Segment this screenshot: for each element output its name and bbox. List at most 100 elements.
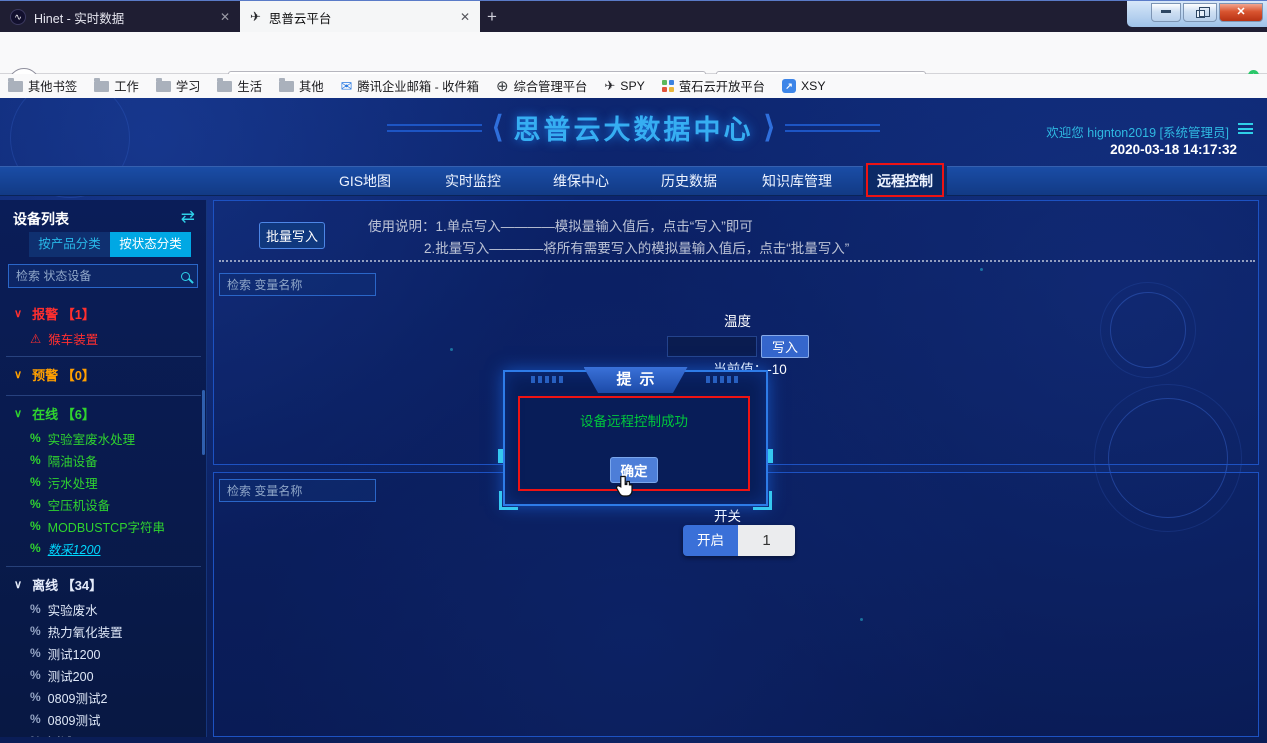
hinet-favicon: ∿ — [10, 9, 26, 25]
browser-toolbar: ← → ↻ ⌂ iot.idosp.net/idosp/index.html? … — [0, 32, 1267, 74]
variable-search-bottom[interactable] — [219, 479, 376, 502]
nav-tab-gis[interactable]: GIS地图 — [311, 166, 419, 196]
bookmark-item[interactable]: ✉腾讯企业邮箱 - 收件箱 — [341, 77, 479, 95]
welcome-text: 欢迎您 hignton2019 [系统管理员] — [1046, 122, 1229, 141]
sidebar-tabs: 按产品分类 按状态分类 — [29, 232, 191, 257]
device-item[interactable]: %测试200 — [0, 664, 207, 686]
bookmarks-bar: 其他书签 工作 学习 生活 其他 ✉腾讯企业邮箱 - 收件箱 ⊕综合管理平台 ✈… — [0, 74, 1267, 98]
search-icon — [181, 272, 190, 281]
tab-title: Hinet - 实时数据 — [34, 8, 124, 27]
minimize-button[interactable] — [1151, 3, 1181, 22]
browser-titlebar: ∿ Hinet - 实时数据 ✕ ✈ 思普云平台 ✕ + ✕ — [0, 0, 1267, 32]
bookmark-folder[interactable]: 其他 — [279, 77, 324, 95]
variable-search-top[interactable] — [219, 273, 376, 296]
switch-toggle[interactable]: 开启 1 — [683, 525, 795, 556]
switch-on-button[interactable]: 开启 — [683, 525, 738, 556]
temperature-input[interactable] — [667, 336, 757, 357]
external-link-icon: ↗ — [782, 79, 796, 93]
browser-tab-hinet[interactable]: ∿ Hinet - 实时数据 ✕ — [0, 1, 240, 33]
temperature-label: 温度 — [690, 310, 785, 330]
device-search[interactable] — [8, 264, 198, 288]
tab-by-product[interactable]: 按产品分类 — [29, 232, 110, 257]
link-icon: % — [30, 519, 41, 533]
mail-icon: ✉ — [341, 78, 353, 95]
restore-button[interactable] — [1183, 3, 1217, 22]
variable-search-input[interactable] — [227, 278, 368, 292]
bookmark-item[interactable]: ✈SPY — [604, 78, 645, 94]
chevron-down-icon[interactable]: ∨ — [14, 368, 22, 381]
bookmark-folder[interactable]: 生活 — [217, 77, 262, 95]
bookmark-item[interactable]: ⊕综合管理平台 — [496, 77, 587, 95]
link-icon: % — [30, 431, 41, 445]
folder-icon — [217, 81, 232, 92]
bookmark-item[interactable]: ↗XSY — [782, 79, 826, 93]
device-item[interactable]: %实验室废水处理 — [0, 427, 207, 449]
device-item-selected[interactable]: %数采1200 — [0, 537, 207, 559]
device-item[interactable]: %空压机设备 — [0, 493, 207, 515]
list-icon[interactable] — [1238, 123, 1253, 135]
new-tab-button[interactable]: + — [487, 7, 497, 27]
nav-tab-maintenance[interactable]: 维保中心 — [527, 166, 635, 196]
switch-value: 1 — [738, 525, 795, 556]
sipu-favicon: ✈ — [250, 9, 261, 25]
group-alarm[interactable]: ∨ 报警 【1】 — [0, 296, 207, 327]
header-decor-right — [785, 124, 880, 132]
sidebar-scrollbar[interactable] — [202, 390, 205, 455]
tab-close-icon[interactable]: ✕ — [460, 10, 470, 24]
nav-tab-remote-control[interactable]: 远程控制 — [851, 166, 959, 196]
link-off-icon: % — [30, 646, 41, 660]
device-sidebar: 设备列表 ⇄ 按产品分类 按状态分类 ∨ 报警 【1】 ⚠ 猴车装置 ∨ 预警 … — [0, 200, 207, 737]
device-search-input[interactable] — [16, 269, 181, 283]
bookmark-folder[interactable]: 其他书签 — [8, 77, 77, 95]
cursor-hand-icon — [615, 475, 635, 503]
chevron-down-icon[interactable]: ∨ — [14, 407, 22, 420]
apps-grid-icon — [662, 80, 674, 92]
dialog-title: 提示 — [584, 367, 688, 393]
bookmark-item[interactable]: 萤石云开放平台 — [662, 77, 765, 95]
angle-left-icon: ⟨ — [492, 114, 504, 142]
chevron-down-icon[interactable]: ∨ — [14, 578, 22, 591]
device-item[interactable]: ⚠ 猴车装置 — [0, 327, 207, 349]
tab-by-status[interactable]: 按状态分类 — [110, 232, 191, 257]
swap-icon[interactable]: ⇄ — [181, 207, 195, 227]
folder-icon — [279, 81, 294, 92]
device-item[interactable]: %实验废水 — [0, 598, 207, 620]
device-item[interactable]: %污水处理 — [0, 471, 207, 493]
chevron-down-icon[interactable]: ∨ — [14, 307, 22, 320]
header-decor-left — [387, 124, 482, 132]
plane-icon: ✈ — [604, 78, 615, 94]
bookmark-folder[interactable]: 工作 — [94, 77, 139, 95]
window-controls: ✕ — [1127, 1, 1267, 27]
close-button[interactable]: ✕ — [1219, 3, 1263, 22]
nav-tab-knowledge[interactable]: 知识库管理 — [743, 166, 851, 196]
browser-tab-sipu[interactable]: ✈ 思普云平台 ✕ — [240, 1, 480, 33]
dialog-message: 设备远程控制成功 — [518, 410, 750, 430]
group-offline[interactable]: ∨ 离线 【34】 — [0, 567, 207, 598]
bookmark-folder[interactable]: 学习 — [156, 77, 201, 95]
device-item[interactable]: %热力氧化装置 — [0, 620, 207, 642]
folder-icon — [94, 81, 109, 92]
dialog-decor — [706, 376, 740, 383]
batch-write-button[interactable]: 批量写入 — [259, 222, 325, 249]
device-item[interactable]: %测试1200 — [0, 642, 207, 664]
group-online[interactable]: ∨ 在线 【6】 — [0, 396, 207, 427]
write-button[interactable]: 写入 — [761, 335, 809, 358]
nav-tab-realtime[interactable]: 实时监控 — [419, 166, 527, 196]
page-title: 思普云大数据中心 — [514, 108, 754, 147]
warning-icon: ⚠ — [30, 331, 41, 346]
device-item[interactable]: %隔油设备 — [0, 449, 207, 471]
device-item[interactable]: %0809测试 — [0, 708, 207, 730]
link-off-icon: % — [30, 734, 41, 737]
link-off-icon: % — [30, 668, 41, 682]
device-item[interactable]: %测试0815 — [0, 730, 207, 737]
device-item[interactable]: %MODBUSTCP字符串 — [0, 515, 207, 537]
tab-close-icon[interactable]: ✕ — [220, 10, 230, 24]
dialog-decor — [531, 376, 565, 383]
globe-icon: ⊕ — [496, 77, 509, 95]
tab-title: 思普云平台 — [269, 8, 332, 27]
group-warning[interactable]: ∨ 预警 【0】 — [0, 357, 207, 388]
link-icon: % — [30, 497, 41, 511]
nav-tab-history[interactable]: 历史数据 — [635, 166, 743, 196]
device-item[interactable]: %0809测试2 — [0, 686, 207, 708]
variable-search-input[interactable] — [227, 484, 368, 498]
